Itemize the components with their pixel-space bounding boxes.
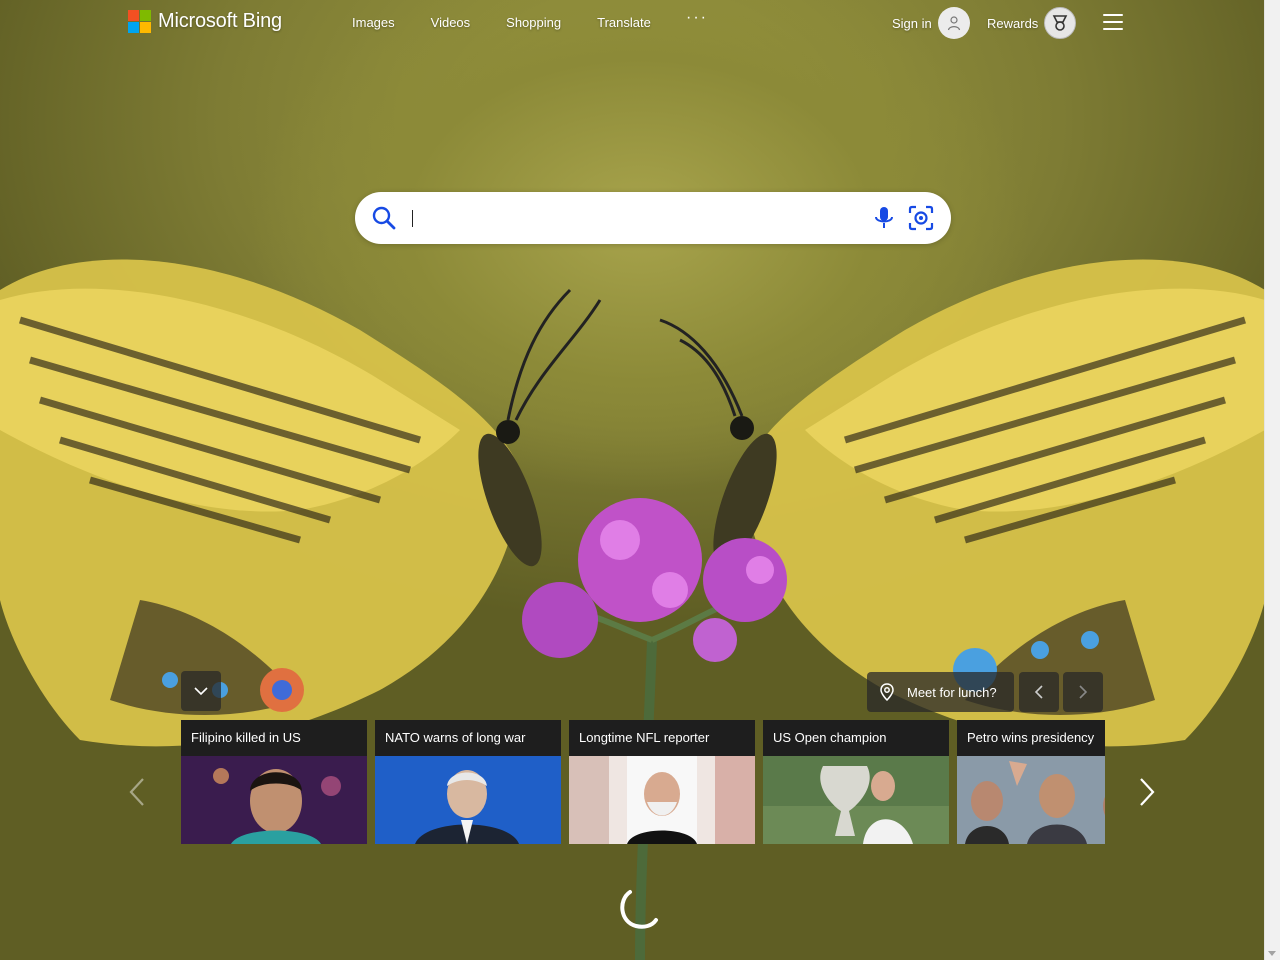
chevron-left-icon xyxy=(129,778,144,806)
logo-square-blue xyxy=(128,22,139,33)
loading-spinner-icon xyxy=(616,884,664,937)
news-thumbnail xyxy=(375,756,561,844)
nav-videos[interactable]: Videos xyxy=(431,15,471,30)
page-scrollbar[interactable] xyxy=(1264,0,1280,960)
sign-in-label: Sign in xyxy=(892,15,932,31)
chevron-down-icon xyxy=(194,687,208,696)
search-icon[interactable] xyxy=(371,205,397,236)
news-card[interactable]: US Open champion xyxy=(763,720,949,844)
image-info-button[interactable]: Meet for lunch? xyxy=(867,672,1014,712)
news-card[interactable]: NATO warns of long war xyxy=(375,720,561,844)
microphone-icon[interactable] xyxy=(873,205,895,236)
logo-square-green xyxy=(140,10,151,21)
location-pin-icon xyxy=(879,683,895,701)
chevron-right-icon xyxy=(1079,685,1088,699)
news-card[interactable]: Filipino killed in US xyxy=(181,720,367,844)
carousel-next-button[interactable] xyxy=(1138,777,1156,812)
nav-translate[interactable]: Translate xyxy=(597,15,651,30)
news-card-title: Filipino killed in US xyxy=(181,720,367,756)
news-thumbnail xyxy=(957,756,1105,844)
collapse-feed-button[interactable] xyxy=(181,671,221,711)
rewards-button[interactable]: Rewards xyxy=(987,7,1077,39)
news-card[interactable]: Petro wins presidency xyxy=(957,720,1105,844)
microsoft-logo-icon xyxy=(128,10,151,33)
top-nav: Images Videos Shopping Translate ··· xyxy=(352,9,706,30)
chevron-right-icon xyxy=(1140,778,1155,806)
nav-shopping[interactable]: Shopping xyxy=(506,15,561,30)
hamburger-line xyxy=(1103,14,1123,16)
news-thumbnail xyxy=(763,756,949,844)
search-box[interactable] xyxy=(355,192,951,244)
chevron-left-icon xyxy=(1034,685,1043,699)
sign-in-button[interactable]: Sign in xyxy=(892,7,970,39)
nav-images[interactable]: Images xyxy=(352,15,395,30)
logo-square-red xyxy=(128,10,139,21)
rewards-label: Rewards xyxy=(987,15,1039,31)
hamburger-menu-icon[interactable] xyxy=(1103,14,1123,30)
news-carousel: Filipino killed in US NATO warns of long… xyxy=(181,720,1105,844)
more-menu-icon[interactable]: ··· xyxy=(686,9,708,27)
search-input[interactable] xyxy=(411,204,855,234)
avatar-icon xyxy=(937,7,970,39)
scroll-down-arrow-icon[interactable] xyxy=(1268,951,1276,956)
previous-image-button[interactable] xyxy=(1019,672,1059,712)
hamburger-line xyxy=(1103,21,1123,23)
carousel-prev-button[interactable] xyxy=(128,777,146,812)
news-thumbnail xyxy=(181,756,367,844)
brand-name: Microsoft Bing xyxy=(158,10,282,32)
visual-search-icon[interactable] xyxy=(907,204,935,237)
bing-logo[interactable]: Microsoft Bing xyxy=(128,10,282,33)
news-card-title: US Open champion xyxy=(763,720,949,756)
hamburger-line xyxy=(1103,28,1123,30)
news-card-title: Petro wins presidency xyxy=(957,720,1105,756)
logo-square-yellow xyxy=(140,22,151,33)
image-title: Meet for lunch? xyxy=(907,684,997,700)
news-card-title: Longtime NFL reporter xyxy=(569,720,755,756)
news-card[interactable]: Longtime NFL reporter xyxy=(569,720,755,844)
news-card-title: NATO warns of long war xyxy=(375,720,561,756)
news-thumbnail xyxy=(569,756,755,844)
rewards-medal-icon xyxy=(1044,7,1077,39)
next-image-button[interactable] xyxy=(1063,672,1103,712)
